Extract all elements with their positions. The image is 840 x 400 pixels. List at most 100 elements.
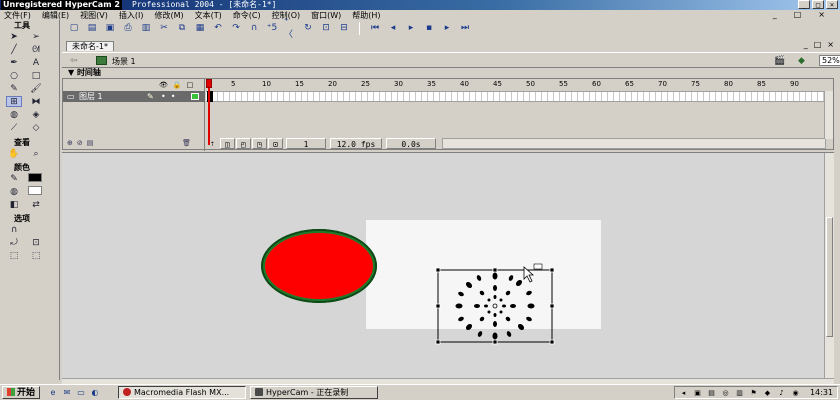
transform-handle-bl[interactable] — [435, 339, 441, 345]
menu-modify[interactable]: 修改(M) — [154, 10, 183, 21]
tray-volume-icon[interactable]: ♪ — [777, 389, 786, 398]
menu-insert[interactable]: 插入(I) — [119, 10, 144, 21]
align-icon[interactable]: ⊟ — [338, 22, 350, 34]
oval-tool-icon[interactable]: ○ — [6, 70, 22, 81]
rotate-skew-option-icon[interactable]: ⤾ — [6, 237, 22, 248]
eraser-tool-icon[interactable]: ◇ — [28, 122, 44, 133]
distort-option-icon[interactable]: ⬚ — [6, 250, 22, 261]
menu-text[interactable]: 文本(T) — [195, 10, 222, 21]
menu-window[interactable]: 窗口(W) — [311, 10, 341, 21]
envelope-option-icon[interactable]: ⬚ — [28, 250, 44, 261]
transform-handle-t[interactable] — [492, 267, 498, 273]
timeline-horizontal-scrollbar[interactable] — [442, 138, 826, 149]
redo-icon[interactable]: ↷ — [230, 22, 242, 34]
paint-bucket-tool-icon[interactable]: ◈ — [28, 109, 44, 120]
doc-minimize-button[interactable]: _ — [773, 10, 777, 19]
tray-network-icon[interactable]: ▣ — [693, 389, 702, 398]
doc-close-button[interactable]: × — [818, 10, 825, 19]
stroke-color-swatch[interactable] — [28, 173, 42, 182]
copy-icon[interactable]: ⧉ — [176, 22, 188, 34]
doc-tab-restore-icon[interactable]: □ — [814, 40, 822, 49]
timeline-header[interactable]: ▼ 时间轴 — [62, 68, 840, 78]
default-colors-icon[interactable]: ◧ — [6, 199, 22, 210]
snap-magnet-option-icon[interactable]: ∩ — [6, 224, 22, 235]
fill-transform-tool-icon[interactable]: ⧓ — [28, 96, 44, 107]
show-hide-eye-icon[interactable]: 👁 — [159, 81, 168, 89]
media-quicklaunch-icon[interactable]: ◐ — [90, 388, 100, 398]
onion-markers-icon[interactable]: ⊡ — [268, 138, 283, 149]
stop-icon[interactable]: ▪ — [423, 22, 435, 34]
undo-icon[interactable]: ↶ — [212, 22, 224, 34]
playhead-handle[interactable] — [206, 79, 212, 88]
ie-quicklaunch-icon[interactable]: e — [48, 388, 58, 398]
tray-arrow-icon[interactable]: ◂ — [679, 389, 688, 398]
onion-skin-icon[interactable]: ◫ — [220, 138, 235, 149]
ink-bottle-tool-icon[interactable]: ◍ — [6, 109, 22, 120]
smooth-icon[interactable]: ⁺5 — [266, 22, 278, 34]
stage-pasteboard[interactable] — [62, 152, 834, 379]
hand-tool-icon[interactable]: ✋ — [6, 148, 22, 159]
doc-tab-close-icon[interactable]: × — [827, 40, 834, 49]
tray-sync-icon[interactable]: ◎ — [721, 389, 730, 398]
edit-scene-icon[interactable]: 🎬 — [774, 56, 785, 66]
brush-tool-icon[interactable]: 🖌 — [28, 83, 44, 94]
save-icon[interactable]: ▣ — [104, 22, 116, 34]
delete-layer-icon[interactable]: 🗑 — [182, 139, 191, 147]
transform-handle-r[interactable] — [549, 303, 555, 309]
subselect-tool-icon[interactable]: ➢ — [28, 31, 44, 42]
zoom-select[interactable]: 52% ▼ — [819, 55, 840, 66]
rectangle-tool-icon[interactable]: □ — [28, 70, 44, 81]
taskbar-flash-button[interactable]: Macromedia Flash MX... — [118, 386, 246, 399]
fast-forward-icon[interactable]: ⏭ — [459, 22, 471, 34]
rewind-icon[interactable]: ⏮ — [369, 22, 381, 34]
transform-selection[interactable] — [432, 263, 562, 348]
play-icon[interactable]: ▸ — [405, 22, 417, 34]
back-arrow-icon[interactable]: ⇦ — [70, 56, 78, 66]
document-tab[interactable]: 未命名-1* — [66, 41, 114, 51]
tray-display-icon[interactable]: ▤ — [707, 389, 716, 398]
transform-handle-tl[interactable] — [435, 267, 441, 273]
menu-commands[interactable]: 命令(C) — [233, 10, 261, 21]
print-preview-icon[interactable]: ▥ — [140, 22, 152, 34]
outlook-quicklaunch-icon[interactable]: ✉ — [62, 388, 72, 398]
scale-option-icon[interactable]: ⊡ — [28, 237, 44, 248]
pen-tool-icon[interactable]: ✒ — [6, 57, 22, 68]
transform-handle-b[interactable] — [492, 339, 498, 345]
edit-symbol-icon[interactable]: ◆ — [798, 56, 805, 66]
paste-icon[interactable]: ▦ — [194, 22, 206, 34]
new-file-icon[interactable]: ▢ — [68, 22, 80, 34]
lasso-tool-icon[interactable]: ᘛ — [28, 44, 44, 55]
cut-icon[interactable]: ✂ — [158, 22, 170, 34]
outline-square-icon[interactable]: □ — [187, 81, 194, 89]
add-layer-icon[interactable]: ⊕ — [67, 139, 73, 149]
playhead[interactable] — [208, 79, 210, 145]
tray-ime-icon[interactable]: ◉ — [791, 389, 800, 398]
step-forward-icon[interactable]: ▸ — [441, 22, 453, 34]
menu-edit[interactable]: 编辑(E) — [42, 10, 69, 21]
minimize-button[interactable]: _ — [798, 0, 810, 9]
eyedropper-tool-icon[interactable]: ⟋ — [6, 122, 22, 133]
zoom-tool-icon[interactable]: ⌕ — [28, 148, 44, 159]
taskbar-hypercam-button[interactable]: HyperCam - 正在录制 — [250, 386, 378, 399]
layer-outline-color[interactable] — [191, 93, 199, 100]
snap-magnet-icon[interactable]: ∩ — [248, 22, 260, 34]
stage-vertical-scrollbar[interactable] — [824, 153, 834, 379]
doc-tab-minimize-icon[interactable]: _ — [804, 40, 808, 49]
collapse-triangle-icon[interactable]: ▼ — [68, 68, 77, 77]
straighten-icon[interactable]: ⁺〈 — [284, 17, 296, 40]
scrollbar-thumb[interactable] — [826, 217, 833, 337]
arrow-tool-icon[interactable]: ➤ — [6, 31, 22, 42]
doc-restore-button[interactable]: □ — [794, 10, 802, 19]
free-transform-tool-icon[interactable]: ⊞ — [6, 96, 22, 107]
close-button[interactable]: × — [826, 0, 838, 9]
transform-handle-l[interactable] — [435, 303, 441, 309]
gradient-circle-shape[interactable] — [261, 229, 377, 303]
add-folder-icon[interactable]: ▤ — [87, 139, 94, 149]
center-frame-icon[interactable]: ⇡ — [206, 138, 219, 149]
menu-help[interactable]: 帮助(H) — [352, 10, 380, 21]
fill-color-swatch[interactable] — [28, 186, 42, 195]
transform-handle-br[interactable] — [549, 339, 555, 345]
lock-icon[interactable]: 🔒 — [173, 81, 182, 89]
onion-outline-icon[interactable]: ◰ — [236, 138, 251, 149]
scale-icon[interactable]: ⊡ — [320, 22, 332, 34]
